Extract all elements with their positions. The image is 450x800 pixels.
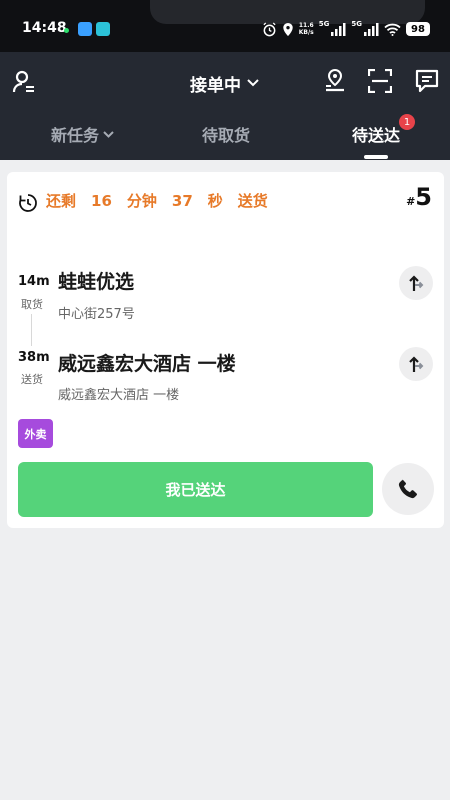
tab-label: 待送达 [352,126,401,145]
pickup-store-name: 蛙蛙优选 [58,271,135,293]
arrived-button[interactable]: 我已送达 [18,462,373,517]
order-number-value: 5 [415,183,432,211]
pickup-eta: 14m [18,274,50,289]
user-settings-icon[interactable] [12,70,36,96]
work-status-label: 接单中 [190,75,241,96]
net-speed: 11.6 KB/s [299,22,314,36]
status-bar: 14:48 11.6 KB/s 5G 5G 98 [0,0,450,52]
app-header: 接单中 新任务 待取货 待送达 1 [0,52,450,160]
order-tabs: 新任务 待取货 待送达 [0,122,450,160]
status-time: 14:48 [22,20,67,36]
tab-new-tasks[interactable]: 新任务 [51,122,114,146]
chevron-down-icon [247,79,259,87]
battery-icon: 98 [406,22,430,36]
message-icon[interactable] [415,68,439,94]
countdown-seconds: 37 [171,191,193,210]
tab-count-badge: 1 [399,114,415,130]
pickup-label: 取货 [21,298,43,311]
location-icon [283,22,293,36]
delivery-destination-name: 威远鑫宏大酒店 一楼 [58,353,236,375]
countdown-prefix: 还剩 [46,192,77,210]
signal-icon [331,22,346,36]
tab-label: 待取货 [202,126,251,145]
notification-dot-icon [64,28,69,33]
delivery-eta: 38m [18,350,50,365]
countdown-clock-icon [19,194,37,212]
countdown-minutes: 16 [91,191,112,210]
order-number: # 5 [406,184,432,210]
sim2-network: 5G [351,20,362,28]
wifi-icon [384,23,401,36]
navigate-arrow-icon [409,356,424,372]
chevron-down-icon [103,130,114,138]
order-card[interactable]: 还剩 16 分钟 37 秒 送货 # 5 14m 取货 蛙蛙优选 中心街257号… [7,172,444,528]
tab-label: 新任务 [51,126,100,145]
active-tab-indicator [364,155,388,159]
status-indicators: 11.6 KB/s 5G 5G 98 [262,19,430,39]
countdown-minutes-unit: 分钟 [126,192,157,210]
sim1-network: 5G [318,20,330,28]
pickup-address: 中心街257号 [58,307,135,322]
net-speed-value: 11.6 [298,22,314,29]
app-notification-icon [78,22,92,36]
order-number-prefix: # [406,195,416,208]
navigate-arrow-icon [409,275,424,291]
delivery-countdown: 还剩 16 分钟 37 秒 送货 [46,190,283,211]
order-type-tag: 外卖 [18,419,53,448]
alarm-icon [263,21,276,36]
tab-pending-delivery[interactable]: 待送达 [352,122,400,146]
tab-pending-pickup[interactable]: 待取货 [202,122,250,146]
location-route-icon[interactable] [323,68,347,94]
signal-icon [364,22,379,36]
delivery-label: 送货 [21,373,43,386]
route-connector [31,314,32,346]
call-button[interactable] [382,463,434,515]
phone-icon [398,479,417,499]
countdown-suffix: 送货 [237,192,268,210]
work-status-toggle[interactable]: 接单中 [190,70,259,96]
delivery-navigate-button[interactable] [399,347,433,381]
net-speed-unit: KB/s [298,29,314,36]
delivery-address: 威远鑫宏大酒店 一楼 [58,388,180,403]
app-notification-icon [96,22,110,36]
scan-icon[interactable] [368,69,392,93]
pickup-navigate-button[interactable] [399,266,433,300]
countdown-seconds-unit: 秒 [207,192,223,210]
